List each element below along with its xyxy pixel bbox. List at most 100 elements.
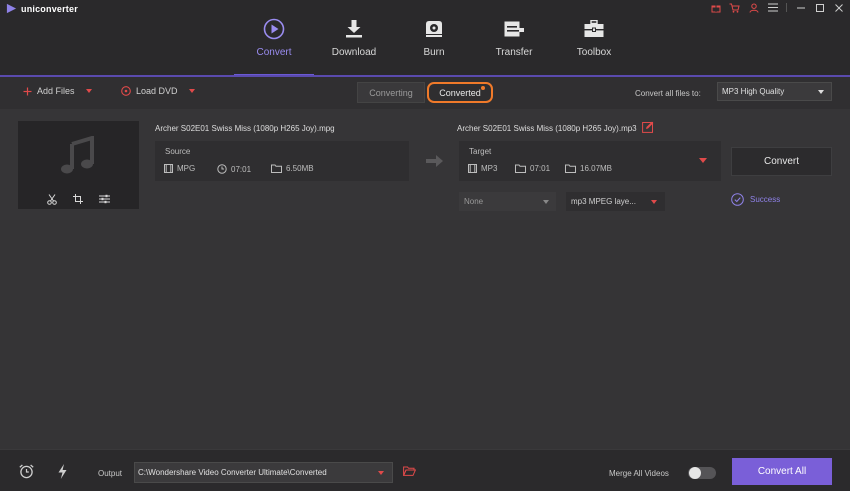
selected-format: MP3 High Quality — [722, 87, 785, 96]
status-badge: Success — [731, 193, 780, 206]
source-format-value: MPG — [177, 164, 196, 173]
scissors-icon[interactable] — [47, 193, 57, 205]
convert-button-label: Convert — [763, 156, 799, 167]
source-info: Source MPG 07:01 6.50MB — [155, 141, 409, 181]
tab-label: Download — [331, 47, 377, 58]
convert-all-to-label: Convert all files to: — [635, 89, 701, 98]
source-size-value: 6.50MB — [286, 164, 314, 173]
plus-icon — [23, 87, 32, 95]
tab-burn[interactable]: Burn — [394, 0, 474, 76]
subtitle-value: None — [464, 197, 484, 206]
chevron-down-icon[interactable] — [699, 158, 707, 163]
merge-all-label: Merge All Videos — [609, 469, 669, 478]
notification-dot — [481, 86, 485, 90]
status-text: Success — [750, 195, 781, 204]
close-icon[interactable] — [833, 2, 844, 13]
film-icon — [468, 164, 477, 173]
tab-converting[interactable]: Converting — [357, 82, 425, 103]
gift-icon[interactable] — [710, 2, 721, 13]
app-name: uniconverter — [21, 3, 78, 14]
minimize-icon[interactable] — [795, 2, 806, 13]
chevron-down-icon[interactable] — [85, 89, 92, 93]
convert-button[interactable]: Convert — [731, 147, 832, 176]
audio-track-select[interactable]: mp3 MPEG laye... — [566, 192, 665, 211]
open-folder-icon[interactable] — [403, 466, 416, 476]
output-path-select[interactable]: C:\Wondershare Video Converter Ultimate\… — [134, 462, 393, 483]
maximize-icon[interactable] — [814, 2, 825, 13]
edit-icon[interactable] — [642, 121, 654, 133]
target-size-value: 16.07MB — [580, 164, 613, 173]
toolbar: Add Files Load DVD Converting Converted … — [0, 77, 850, 109]
target-file-name: Archer S02E01 Swiss Miss (1080p H265 Joy… — [457, 124, 637, 133]
burn-icon — [425, 18, 443, 40]
app-logo: uniconverter — [6, 3, 78, 14]
lightning-icon[interactable] — [58, 464, 67, 479]
merge-all-toggle[interactable] — [688, 467, 716, 479]
tab-label: Convert — [256, 47, 292, 58]
tab-label: Burn — [423, 47, 445, 58]
convert-all-label: Convert All — [757, 466, 807, 477]
audio-track-value: mp3 MPEG laye... — [571, 197, 636, 206]
tab-label: Transfer — [495, 47, 533, 58]
target-duration-value: 07:01 — [530, 164, 551, 173]
main-nav: Convert Download Burn Transfer Toolbox — [234, 0, 634, 76]
tab-toolbox[interactable]: Toolbox — [554, 0, 634, 76]
target-format-value: MP3 — [481, 164, 498, 173]
target-info[interactable]: Target MP3 07:01 16.07MB — [459, 141, 721, 181]
arrow-right-icon — [426, 155, 443, 167]
converted-label: Converted — [439, 87, 481, 98]
tab-download[interactable]: Download — [314, 0, 394, 76]
output-path-value: C:\Wondershare Video Converter Ultimate\… — [138, 468, 327, 477]
chevron-down-icon[interactable] — [188, 89, 195, 93]
bottom-bar: Output C:\Wondershare Video Converter Ul… — [0, 449, 850, 491]
chevron-down-icon — [818, 90, 824, 94]
download-icon — [345, 18, 363, 40]
disc-icon — [121, 86, 131, 96]
load-dvd-label: Load DVD — [136, 86, 178, 96]
converting-label: Converting — [369, 87, 413, 98]
add-files-button[interactable]: Add Files — [23, 86, 92, 96]
film-icon — [164, 164, 173, 173]
tab-transfer[interactable]: Transfer — [474, 0, 554, 76]
cart-icon[interactable] — [729, 2, 740, 13]
chevron-down-icon — [651, 200, 657, 204]
target-duration: 07:01 — [515, 164, 550, 173]
source-file-name: Archer S02E01 Swiss Miss (1080p H265 Joy… — [155, 124, 335, 133]
chevron-down-icon — [543, 200, 549, 204]
subtitle-select[interactable]: None — [459, 192, 556, 211]
menu-icon[interactable] — [767, 2, 778, 13]
file-list: Archer S02E01 Swiss Miss (1080p H265 Joy… — [0, 109, 850, 449]
divider — [786, 3, 787, 12]
thumbnail-tools — [18, 189, 139, 209]
media-thumbnail[interactable] — [18, 121, 139, 209]
alarm-clock-icon[interactable] — [19, 464, 34, 479]
status-segment: Converting Converted — [357, 82, 493, 103]
folder-icon — [565, 164, 576, 173]
target-format: MP3 — [468, 164, 497, 173]
convert-all-button[interactable]: Convert All — [732, 458, 832, 485]
target-size: 16.07MB — [565, 164, 612, 173]
convert-all-format-select[interactable]: MP3 High Quality — [717, 82, 832, 101]
target-label: Target — [469, 147, 492, 156]
folder-icon — [271, 164, 282, 173]
source-label: Source — [165, 147, 191, 156]
tab-converted[interactable]: Converted — [427, 82, 493, 103]
tab-label: Toolbox — [576, 47, 612, 58]
user-icon[interactable] — [748, 2, 759, 13]
load-dvd-button[interactable]: Load DVD — [121, 86, 195, 96]
crop-icon[interactable] — [73, 194, 83, 204]
tab-convert[interactable]: Convert — [234, 0, 314, 76]
toolbox-icon — [584, 18, 604, 40]
convert-icon — [263, 18, 285, 40]
list-item: Archer S02E01 Swiss Miss (1080p H265 Joy… — [0, 109, 850, 220]
effects-icon[interactable] — [99, 194, 110, 204]
title-bar: uniconverter Convert Download Burn Trans… — [0, 0, 850, 76]
toggle-knob — [689, 467, 701, 479]
source-format: MPG — [164, 164, 195, 173]
check-circle-icon — [731, 193, 744, 206]
logo-icon — [6, 3, 17, 14]
folder-icon — [515, 164, 526, 173]
transfer-icon — [504, 18, 524, 40]
source-size: 6.50MB — [271, 164, 314, 173]
source-duration: 07:01 — [217, 164, 251, 174]
